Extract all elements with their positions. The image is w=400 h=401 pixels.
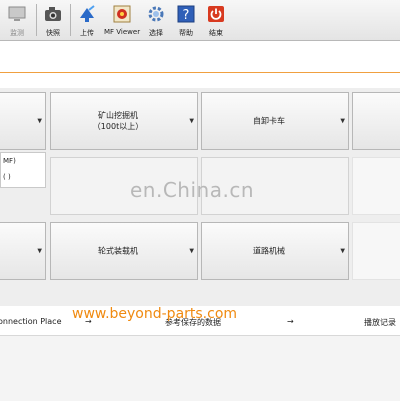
machine-tile-wheel-loader[interactable]: 轮式装载机 ▼ (50, 222, 198, 280)
select-label: 选择 (149, 29, 163, 37)
help-button[interactable]: ? 帮助 (172, 2, 200, 38)
upload-label: 上传 (80, 29, 94, 37)
exit-button[interactable]: 结束 (202, 2, 230, 38)
camera-icon (45, 7, 61, 21)
machine-tile-mining-excavator[interactable]: 矿山挖掘机 （100t以上） ▼ (50, 92, 198, 150)
machine-tile-2-4[interactable] (352, 157, 400, 215)
mf-viewer-button[interactable]: MF Viewer (104, 2, 140, 38)
help-icon: ? (177, 5, 195, 23)
machine-tile-1-1[interactable]: ▼ (0, 92, 46, 150)
snapshot-label: 快照 (46, 29, 60, 37)
tile-label: 矿山挖掘机 （100t以上） (92, 111, 144, 131)
mf-viewer-label: MF Viewer (104, 28, 141, 36)
monitor-button[interactable]: 监测 (0, 2, 34, 38)
machine-tile-3-4[interactable] (352, 222, 400, 280)
arrow-right-icon: → (287, 317, 294, 326)
tile-label: 道路机械 (253, 246, 285, 256)
connection-place-link[interactable]: onnection Place (0, 317, 62, 326)
upload-button[interactable]: 上传 (72, 2, 102, 38)
dropdown-arrow-icon: ▼ (189, 247, 194, 255)
dropdown-arrow-icon: ▼ (37, 117, 42, 125)
machine-tile-1-4[interactable] (352, 92, 400, 150)
tile-label: 自卸卡车 (253, 116, 285, 126)
snapshot-button[interactable]: 快照 (38, 2, 68, 38)
tile-label: 轮式装载机 (98, 246, 138, 256)
help-label: 帮助 (179, 29, 193, 37)
svg-text:?: ? (183, 8, 190, 23)
monitor-icon (8, 6, 26, 21)
mf-viewer-icon (113, 5, 131, 23)
select-button[interactable]: 选择 (142, 2, 170, 38)
dropdown-arrow-icon: ▼ (37, 247, 42, 255)
machine-tile-road-machinery[interactable]: 道路机械 ▼ (201, 222, 349, 280)
toolbar-separator (70, 4, 71, 36)
bottom-panel (0, 335, 400, 401)
upload-icon (80, 5, 95, 22)
dropdown-popup[interactable]: MF) ( ) (0, 152, 46, 188)
monitor-label: 监测 (10, 29, 24, 37)
toolbar-separator (36, 4, 37, 36)
watermark: en.China.cn (130, 178, 254, 202)
gear-icon (148, 6, 164, 22)
popup-item[interactable]: ( ) (3, 173, 11, 181)
popup-item[interactable]: MF) (3, 157, 16, 165)
exit-label: 结束 (209, 29, 223, 37)
dropdown-arrow-icon: ▼ (340, 247, 345, 255)
url-overlay: www.beyond-parts.com (72, 306, 238, 322)
toolbar: 监测 快照 上传 MF Viewer 选择 ? 帮助 结束 (0, 0, 400, 41)
dropdown-arrow-icon: ▼ (189, 117, 194, 125)
machine-tile-dump-truck[interactable]: 自卸卡车 ▼ (201, 92, 349, 150)
dropdown-arrow-icon: ▼ (340, 117, 345, 125)
playback-record-link[interactable]: 播放记录 (364, 317, 396, 328)
section-divider (0, 72, 400, 73)
machine-tile-3-1[interactable]: ▼ (0, 222, 46, 280)
power-icon (208, 6, 224, 22)
